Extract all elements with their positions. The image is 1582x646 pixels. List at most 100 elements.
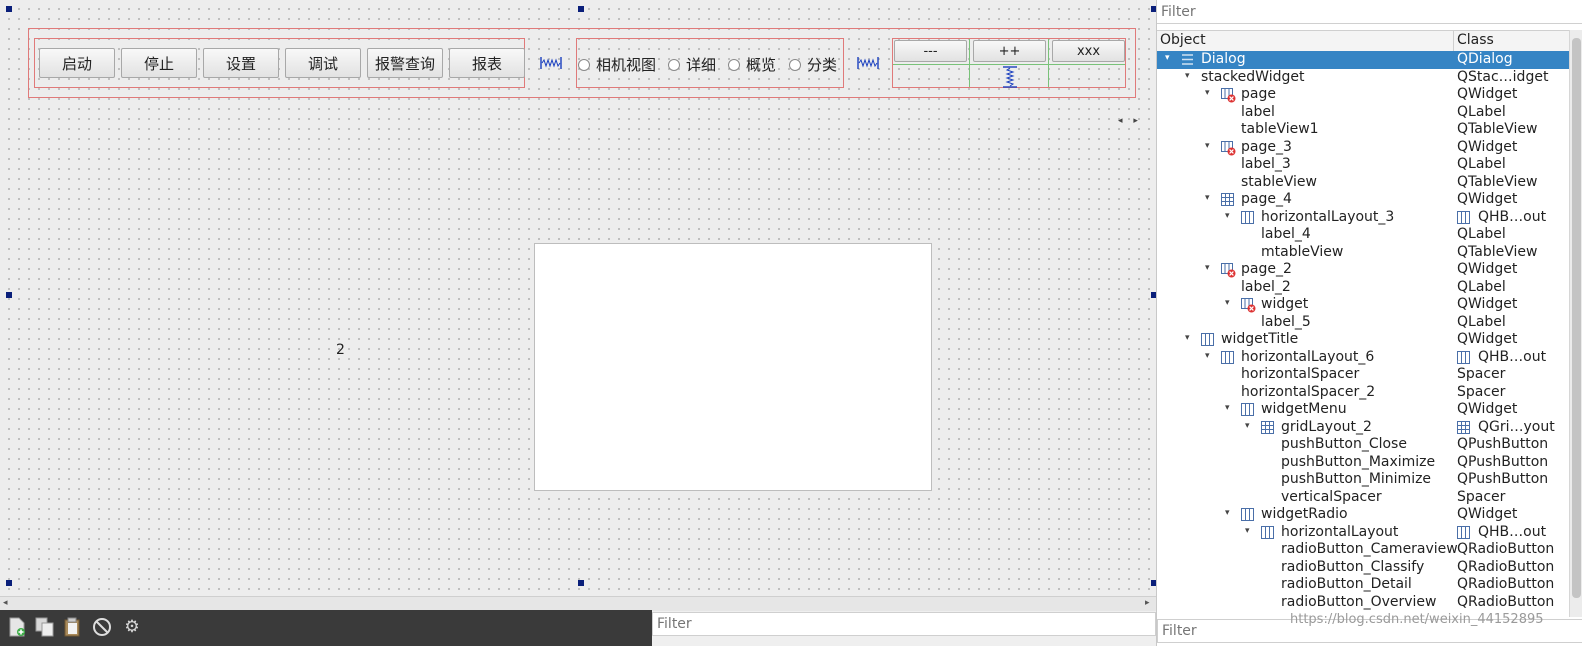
resize-handle[interactable] xyxy=(6,6,12,12)
tree-row[interactable]: ▾ Dialog QDialog xyxy=(1157,51,1569,69)
tree-row[interactable]: ▾ widgetRadio QWidget xyxy=(1157,506,1569,524)
radio-classify[interactable]: 分类 xyxy=(789,54,837,75)
tree-row[interactable]: mtableView QTableView xyxy=(1157,244,1569,262)
tree-row[interactable]: pushButton_Maximize QPushButton xyxy=(1157,454,1569,472)
settings-button[interactable]: 设置 xyxy=(203,48,279,78)
new-form-icon[interactable] xyxy=(6,616,28,638)
object-class: QPushButton xyxy=(1457,471,1549,487)
expand-arrow-icon[interactable]: ▾ xyxy=(1245,526,1250,536)
maximize-button[interactable]: ++ xyxy=(973,40,1046,62)
vertical-spacer-icon[interactable] xyxy=(1001,66,1019,88)
expand-arrow-icon[interactable]: ▾ xyxy=(1245,421,1250,431)
radio-camera-view[interactable]: 相机视图 xyxy=(578,54,656,75)
expand-arrow-icon[interactable]: ▾ xyxy=(1205,193,1210,203)
report-button[interactable]: 报表 xyxy=(449,48,525,78)
resize-handle[interactable] xyxy=(578,580,584,586)
tree-row[interactable]: ▾ page_4 QWidget xyxy=(1157,191,1569,209)
radio-detail[interactable]: 详细 xyxy=(668,54,716,75)
tree-row[interactable]: ▾ page QWidget xyxy=(1157,86,1569,104)
scroll-left-icon[interactable]: ◂ xyxy=(3,598,8,608)
watermark: https://blog.csdn.net/weixin_44152895 xyxy=(1290,612,1544,627)
scrollbar-thumb[interactable] xyxy=(1572,38,1581,598)
tree-row[interactable]: horizontalSpacer_2 Spacer xyxy=(1157,384,1569,402)
scroll-right-icon[interactable]: ▸ xyxy=(1145,598,1150,608)
expand-arrow-icon[interactable]: ▾ xyxy=(1205,263,1210,273)
tree-row[interactable]: stableView QTableView xyxy=(1157,174,1569,192)
object-name: widgetMenu xyxy=(1261,401,1347,417)
hbox-layout-icon xyxy=(1221,350,1234,364)
header-object[interactable]: Object xyxy=(1160,32,1206,48)
header-class[interactable]: Class xyxy=(1457,32,1494,48)
tree-row[interactable]: ▾ widgetMenu QWidget xyxy=(1157,401,1569,419)
horizontal-scrollbar[interactable]: ◂ ▸ xyxy=(0,596,1156,611)
expand-arrow-icon[interactable]: ▾ xyxy=(1205,141,1210,151)
dialog-icon xyxy=(1181,53,1194,66)
start-button[interactable]: 启动 xyxy=(39,48,115,78)
expand-arrow-icon[interactable]: ▾ xyxy=(1225,403,1230,413)
object-class: QRadioButton xyxy=(1457,593,1555,610)
object-class: QLabel xyxy=(1457,156,1506,172)
tree-row[interactable]: radioButton_Overview QRadioButton xyxy=(1157,594,1569,612)
tree-row[interactable]: ▾ horizontalLayout_6 QHB…out xyxy=(1157,349,1569,367)
form-canvas[interactable]: 启动 停止 设置 调试 报警查询 报表 相机视图 详细 概览 分类 --- ++… xyxy=(0,0,1160,596)
table-view[interactable] xyxy=(534,243,932,491)
tree-row[interactable]: horizontalSpacer Spacer xyxy=(1157,366,1569,384)
expand-arrow-icon[interactable]: ▾ xyxy=(1205,351,1210,361)
expand-arrow-icon[interactable]: ▾ xyxy=(1205,88,1210,98)
expand-arrow-icon[interactable]: ▾ xyxy=(1165,53,1170,63)
tree-row[interactable]: radioButton_Cameraview QRadioButton xyxy=(1157,541,1569,559)
radio-overview[interactable]: 概览 xyxy=(728,54,776,75)
expand-arrow-icon[interactable]: ▾ xyxy=(1185,333,1190,343)
tree-row[interactable]: pushButton_Close QPushButton xyxy=(1157,436,1569,454)
object-name: mtableView xyxy=(1261,243,1344,260)
close-button[interactable]: xxx xyxy=(1052,40,1125,62)
tree-row[interactable]: radioButton_Classify QRadioButton xyxy=(1157,559,1569,577)
object-class: QTableView xyxy=(1457,173,1538,190)
tree-row[interactable]: radioButton_Detail QRadioButton xyxy=(1157,576,1569,594)
object-class: QRadioButton xyxy=(1457,576,1555,592)
vertical-scrollbar[interactable] xyxy=(1569,30,1582,617)
expand-arrow-icon[interactable]: ▾ xyxy=(1225,298,1230,308)
tree-row[interactable]: ▾ page_3 QWidget xyxy=(1157,139,1569,157)
object-class: QPushButton xyxy=(1457,436,1549,452)
tree-row[interactable]: ▾ gridLayout_2 QGri…yout xyxy=(1157,419,1569,437)
tree-row[interactable]: ▾ horizontalLayout_3 QHB…out xyxy=(1157,209,1569,227)
widget-filter-input[interactable] xyxy=(652,612,1156,636)
debug-button[interactable]: 调试 xyxy=(285,48,361,78)
page-switch-arrows[interactable]: ◂ ▸ xyxy=(1118,116,1142,126)
tree-row[interactable]: pushButton_Minimize QPushButton xyxy=(1157,471,1569,489)
object-name: page_4 xyxy=(1241,191,1292,207)
tree-row[interactable]: ▾ page_2 QWidget xyxy=(1157,261,1569,279)
expand-arrow-icon[interactable]: ▾ xyxy=(1225,508,1230,518)
tree-row[interactable]: label_2 QLabel xyxy=(1157,279,1569,297)
horizontal-spacer-icon[interactable] xyxy=(857,55,879,71)
broken-layout-icon xyxy=(1221,88,1236,103)
gear-icon[interactable]: ⚙ xyxy=(121,616,143,638)
tree-row[interactable]: ▾ horizontalLayout QHB…out xyxy=(1157,524,1569,542)
expand-arrow-icon[interactable]: ▾ xyxy=(1225,211,1230,221)
object-filter-input[interactable] xyxy=(1157,0,1582,24)
expand-arrow-icon[interactable]: ▾ xyxy=(1185,71,1190,81)
tree-row[interactable]: ▾ stackedWidget QStac…idget xyxy=(1157,69,1569,87)
tree-row[interactable]: label_5 QLabel xyxy=(1157,314,1569,332)
resize-handle[interactable] xyxy=(578,6,584,12)
tree-row[interactable]: label QLabel xyxy=(1157,104,1569,122)
tree-row[interactable]: label_3 QLabel xyxy=(1157,156,1569,174)
resize-handle[interactable] xyxy=(6,292,12,298)
tree-row[interactable]: ▾ widget QWidget xyxy=(1157,296,1569,314)
alarm-query-button[interactable]: 报警查询 xyxy=(367,48,443,78)
horizontal-spacer-icon[interactable] xyxy=(540,55,562,71)
copy-icon[interactable] xyxy=(34,616,56,638)
object-class: QLabel xyxy=(1457,226,1506,242)
minimize-button[interactable]: --- xyxy=(894,40,967,62)
tree-row[interactable]: label_4 QLabel xyxy=(1157,226,1569,244)
header-separator[interactable] xyxy=(1453,31,1454,51)
tree-row[interactable]: tableView1 QTableView xyxy=(1157,121,1569,139)
tree-row[interactable]: verticalSpacer Spacer xyxy=(1157,489,1569,507)
forbidden-icon[interactable] xyxy=(91,616,113,638)
paste-icon[interactable] xyxy=(62,616,84,638)
resize-handle[interactable] xyxy=(6,580,12,586)
stop-button[interactable]: 停止 xyxy=(121,48,197,78)
tree-row[interactable]: ▾ widgetTitle QWidget xyxy=(1157,331,1569,349)
widget-box-toolbar: ⚙ xyxy=(0,610,652,646)
